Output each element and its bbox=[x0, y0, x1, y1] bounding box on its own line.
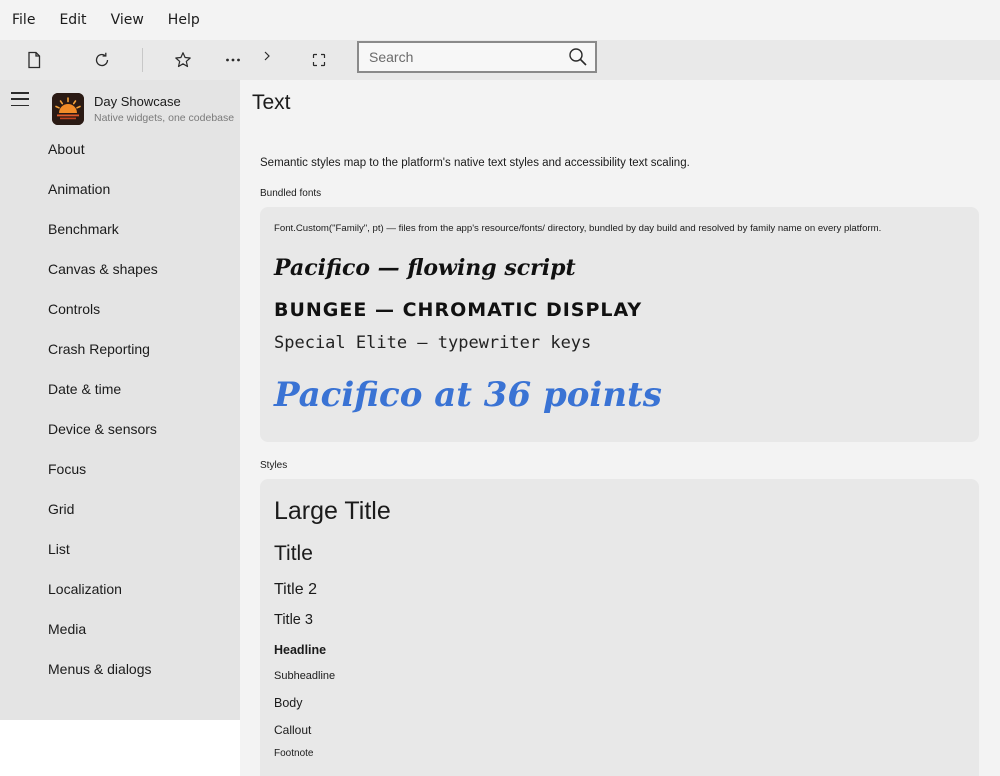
nav-item-about[interactable]: About bbox=[48, 141, 85, 157]
sample-pacifico: Pacifico — flowing script bbox=[274, 255, 576, 281]
app-title: Day Showcase bbox=[94, 94, 181, 109]
nav-item-controls[interactable]: Controls bbox=[48, 301, 100, 317]
style-large-title: Large Title bbox=[274, 497, 391, 525]
fullscreen-icon bbox=[312, 53, 326, 67]
nav-item-crash-reporting[interactable]: Crash Reporting bbox=[48, 341, 150, 357]
fullscreen-button[interactable] bbox=[305, 48, 333, 72]
search-input[interactable] bbox=[359, 43, 559, 71]
menu-view[interactable]: View bbox=[99, 0, 156, 40]
nav-item-canvas-shapes[interactable]: Canvas & shapes bbox=[48, 261, 158, 277]
nav-item-animation[interactable]: Animation bbox=[48, 181, 110, 197]
menu-toggle-button[interactable] bbox=[11, 90, 29, 108]
section-label-styles: Styles bbox=[260, 460, 288, 471]
sample-bungee: BUNGEE — CHROMATIC DISPLAY bbox=[274, 299, 643, 321]
page-title: Text bbox=[252, 91, 291, 114]
hamburger-line bbox=[11, 104, 29, 106]
toolbar bbox=[0, 40, 1000, 80]
style-subheadline: Subheadline bbox=[274, 670, 336, 682]
menu-file[interactable]: File bbox=[0, 0, 47, 40]
intro-text: Semantic styles map to the platform's na… bbox=[260, 157, 690, 169]
search-box bbox=[357, 41, 597, 73]
hamburger-line bbox=[11, 98, 29, 100]
page-icon bbox=[28, 51, 41, 69]
app-icon bbox=[52, 93, 84, 125]
section-label-bundled-fonts: Bundled fonts bbox=[260, 188, 322, 199]
styles-card: Large Title Title Title 2 Title 3 Headli… bbox=[260, 479, 979, 776]
star-icon bbox=[175, 52, 191, 68]
sunrise-icon bbox=[52, 93, 84, 125]
toolbar-separator bbox=[142, 48, 143, 72]
overflow-chevron-button[interactable] bbox=[253, 44, 281, 68]
new-page-button[interactable] bbox=[20, 48, 48, 72]
more-icon bbox=[226, 58, 240, 62]
nav-item-focus[interactable]: Focus bbox=[48, 461, 86, 477]
style-callout: Callout bbox=[274, 723, 312, 737]
style-title-2: Title 2 bbox=[274, 581, 317, 598]
chevron-right-icon bbox=[264, 51, 270, 61]
sidebar: Day Showcase Native widgets, one codebas… bbox=[0, 80, 240, 720]
nav-item-date-time[interactable]: Date & time bbox=[48, 381, 121, 397]
nav-item-grid[interactable]: Grid bbox=[48, 501, 74, 517]
sample-special-elite: Special Elite — typewriter keys bbox=[274, 333, 592, 353]
app-subtitle: Native widgets, one codebase bbox=[94, 112, 235, 124]
bundled-fonts-note: Font.Custom("Family", pt) — files from t… bbox=[274, 223, 882, 234]
hamburger-line bbox=[11, 92, 29, 94]
refresh-button[interactable] bbox=[88, 48, 116, 72]
nav-item-device-sensors[interactable]: Device & sensors bbox=[48, 421, 157, 437]
menu-help[interactable]: Help bbox=[156, 0, 212, 40]
nav-item-benchmark[interactable]: Benchmark bbox=[48, 221, 119, 237]
style-title: Title bbox=[274, 542, 313, 565]
style-footnote: Footnote bbox=[274, 748, 314, 759]
more-button[interactable] bbox=[219, 48, 247, 72]
style-headline: Headline bbox=[274, 643, 327, 657]
favorite-button[interactable] bbox=[169, 48, 197, 72]
content-pane: Text Semantic styles map to the platform… bbox=[240, 80, 1000, 776]
nav-item-media[interactable]: Media bbox=[48, 621, 86, 637]
menu-bar: File Edit View Help bbox=[0, 0, 1000, 40]
nav-item-menus-dialogs[interactable]: Menus & dialogs bbox=[48, 661, 152, 677]
search-icon bbox=[569, 48, 587, 66]
refresh-icon bbox=[95, 52, 109, 67]
bundled-fonts-card: Font.Custom("Family", pt) — files from t… bbox=[260, 207, 979, 442]
search-button[interactable] bbox=[567, 46, 589, 68]
nav-item-list[interactable]: List bbox=[48, 541, 70, 557]
style-body: Body bbox=[274, 696, 303, 710]
sample-pacifico-36: Pacifico at 36 points bbox=[274, 375, 662, 415]
menu-edit[interactable]: Edit bbox=[47, 0, 98, 40]
nav-item-localization[interactable]: Localization bbox=[48, 581, 122, 597]
style-title-3: Title 3 bbox=[274, 612, 313, 628]
